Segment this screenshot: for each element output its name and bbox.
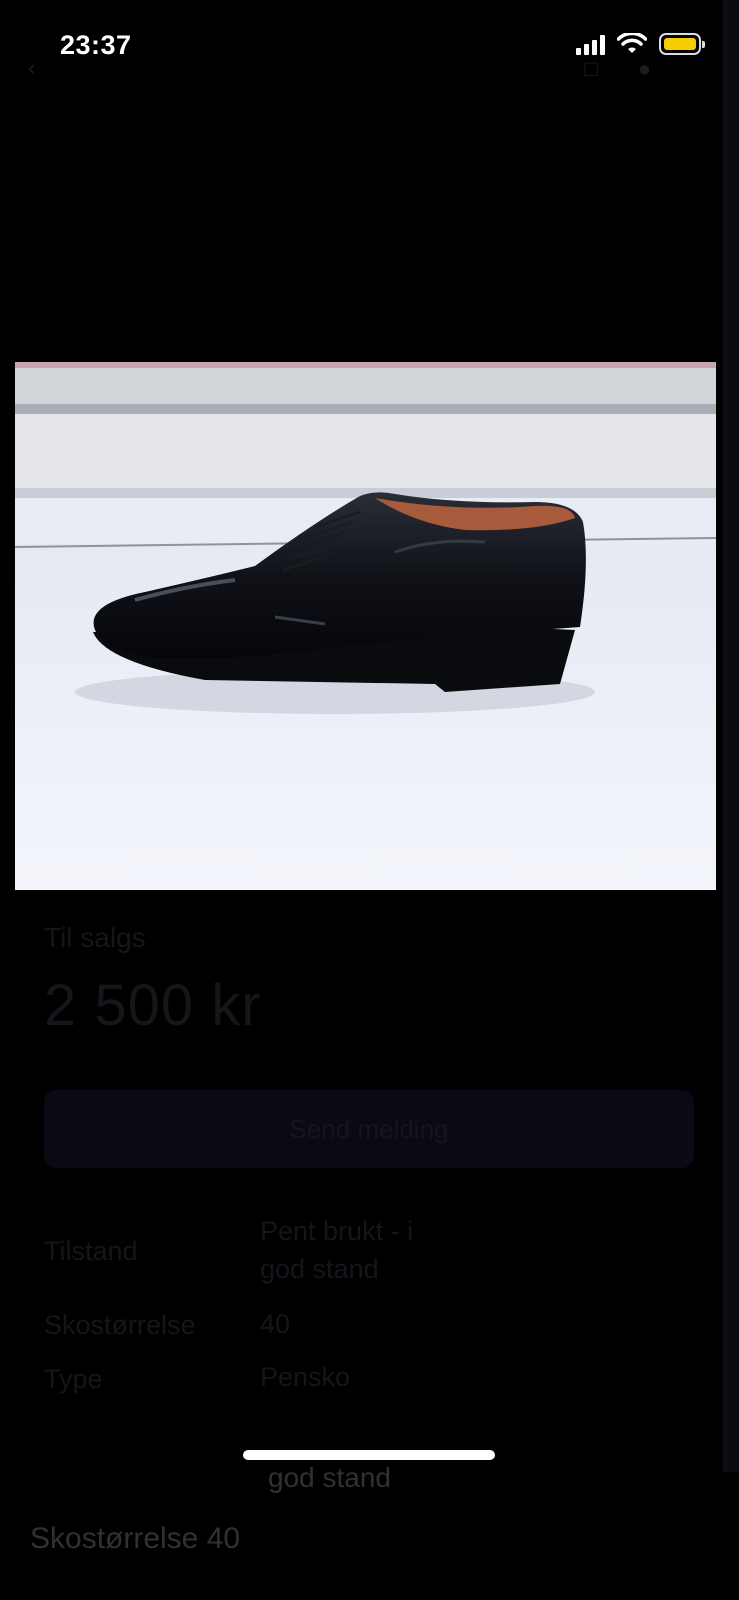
scroll-edge-line — [725, 0, 727, 1472]
price: 2 500 kr — [44, 973, 262, 1038]
header-actions: □ ● — [584, 56, 651, 82]
bottom-repeat-label: Skostørrelse 40 — [30, 1522, 241, 1555]
product-photo[interactable] — [15, 362, 716, 890]
send-message-button[interactable]: Send melding — [44, 1090, 694, 1168]
detail-value-condition-line1: Pent brukt - i — [260, 1216, 414, 1246]
sale-status-label: Til salgs — [44, 922, 146, 953]
cellular-signal-icon — [576, 33, 605, 55]
detail-label-condition: Tilstand — [44, 1236, 138, 1266]
wifi-icon — [617, 33, 647, 53]
detail-value-type: Pensko — [260, 1362, 351, 1392]
bottom-repeat-value: god stand — [268, 1462, 391, 1493]
detail-label-type: Type — [44, 1364, 103, 1394]
detail-value-size: 40 — [260, 1309, 291, 1339]
detail-value-condition-line2: god stand — [260, 1254, 379, 1284]
status-time: 23:37 — [60, 30, 132, 60]
detail-value-condition: Pent brukt - i god stand — [260, 1212, 413, 1288]
back-icon[interactable]: ‹ — [28, 55, 35, 81]
battery-icon — [659, 33, 705, 55]
status-icons — [576, 33, 705, 55]
detail-label-size: Skostørrelse — [44, 1310, 196, 1340]
more-icon[interactable]: ● — [638, 56, 651, 82]
home-indicator[interactable] — [243, 1450, 495, 1460]
share-icon[interactable]: □ — [584, 56, 597, 82]
shoe-photo-image — [15, 362, 716, 890]
